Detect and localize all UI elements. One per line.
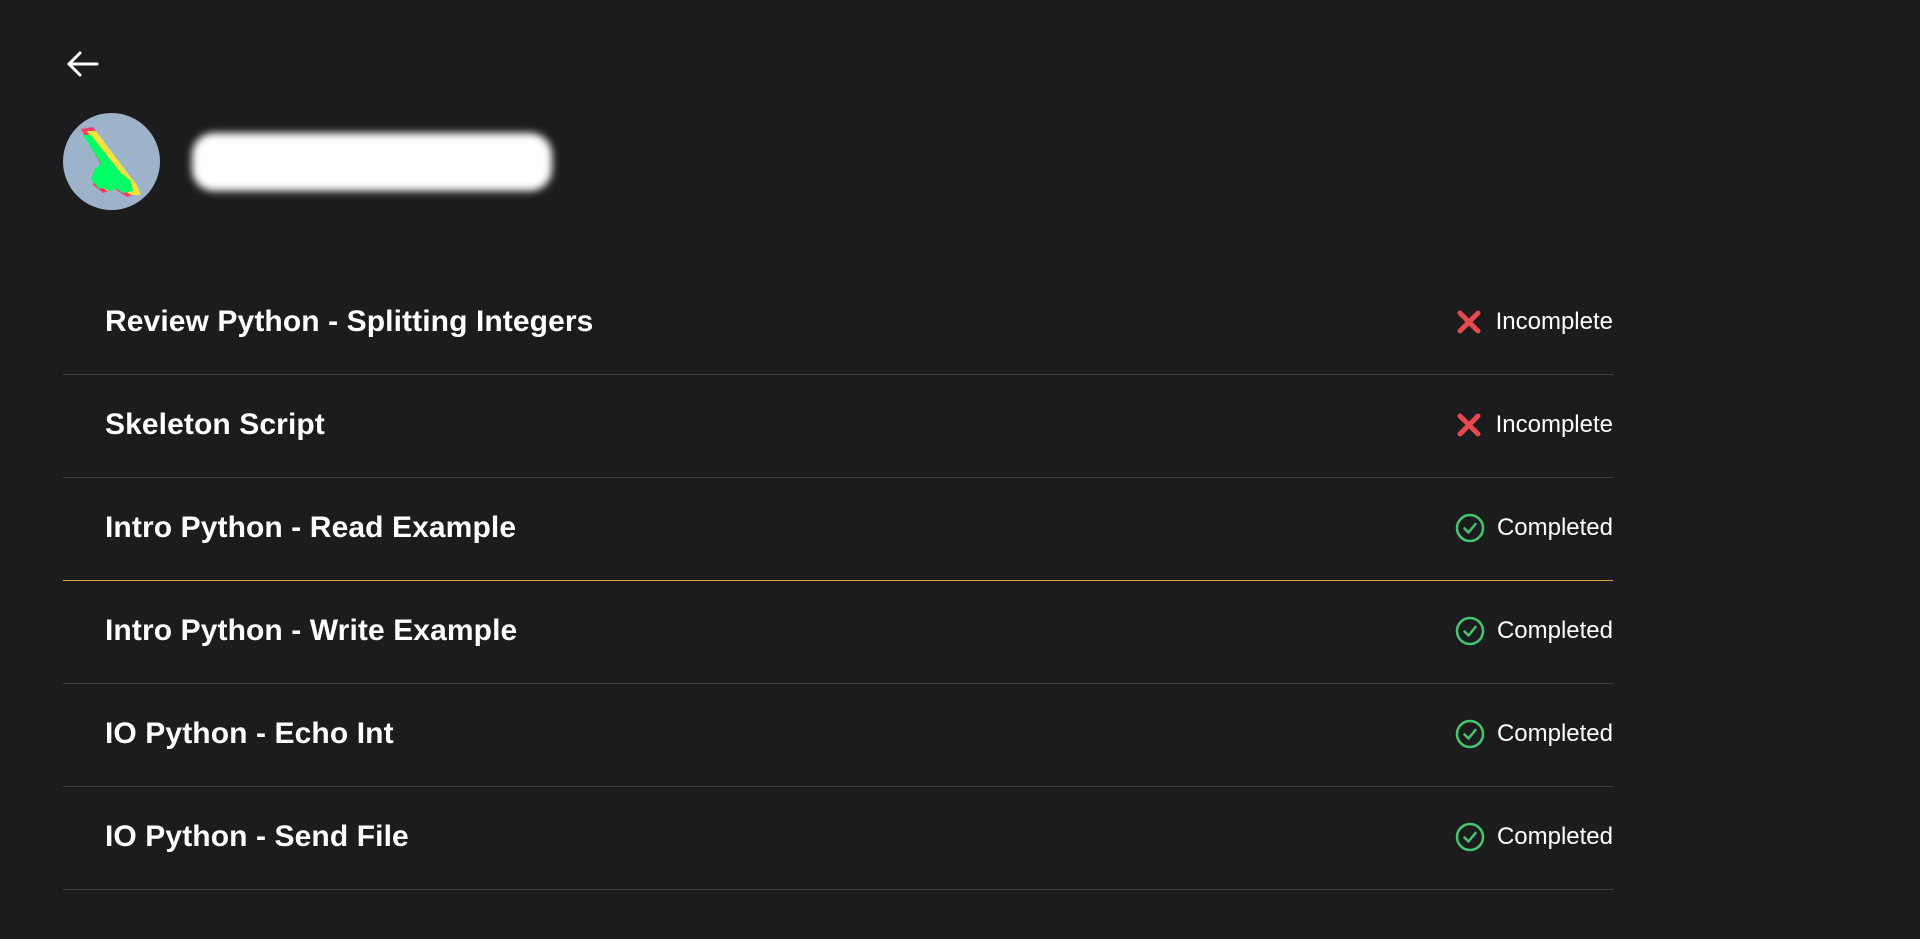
check-circle-icon — [1454, 718, 1486, 750]
pixel-hand-pointer-icon — [81, 127, 141, 197]
username — [192, 132, 552, 191]
status-badge: Incomplete — [1453, 409, 1613, 441]
status-label: Incomplete — [1495, 411, 1613, 438]
task-row[interactable]: Intro Python - Read Example Completed — [63, 478, 1613, 581]
status-badge: Completed — [1454, 821, 1613, 853]
x-icon — [1453, 306, 1485, 338]
task-row[interactable]: Review Python - Splitting Integers Incom… — [63, 272, 1613, 375]
task-row[interactable]: Skeleton Script Incomplete — [63, 375, 1613, 478]
status-badge: Completed — [1454, 718, 1613, 750]
check-circle-icon — [1454, 615, 1486, 647]
assignment-status-page: Review Python - Splitting Integers Incom… — [0, 0, 1920, 939]
task-title: Intro Python - Read Example — [105, 511, 517, 544]
status-badge: Completed — [1454, 615, 1613, 647]
check-circle-icon — [1454, 821, 1486, 853]
x-icon — [1453, 409, 1485, 441]
task-row[interactable]: IO Python - Send File Completed — [63, 787, 1613, 890]
check-circle-icon — [1454, 512, 1486, 544]
task-list: Review Python - Splitting Integers Incom… — [63, 272, 1613, 890]
arrow-left-icon — [67, 51, 99, 77]
avatar — [63, 113, 160, 210]
status-label: Completed — [1496, 823, 1613, 850]
task-title: Review Python - Splitting Integers — [105, 305, 594, 338]
task-title: Intro Python - Write Example — [105, 614, 518, 647]
task-row[interactable]: IO Python - Echo Int Completed — [63, 684, 1613, 787]
user-profile-header — [63, 113, 552, 210]
status-label: Incomplete — [1495, 308, 1613, 335]
task-row[interactable]: Intro Python - Write Example Completed — [63, 581, 1613, 684]
back-button[interactable] — [62, 44, 102, 84]
status-label: Completed — [1496, 617, 1613, 644]
status-label: Completed — [1496, 720, 1613, 747]
status-badge: Completed — [1454, 512, 1613, 544]
task-title: Skeleton Script — [105, 408, 325, 441]
task-title: IO Python - Echo Int — [105, 717, 394, 750]
status-badge: Incomplete — [1453, 306, 1613, 338]
status-label: Completed — [1496, 514, 1613, 541]
task-title: IO Python - Send File — [105, 820, 409, 853]
